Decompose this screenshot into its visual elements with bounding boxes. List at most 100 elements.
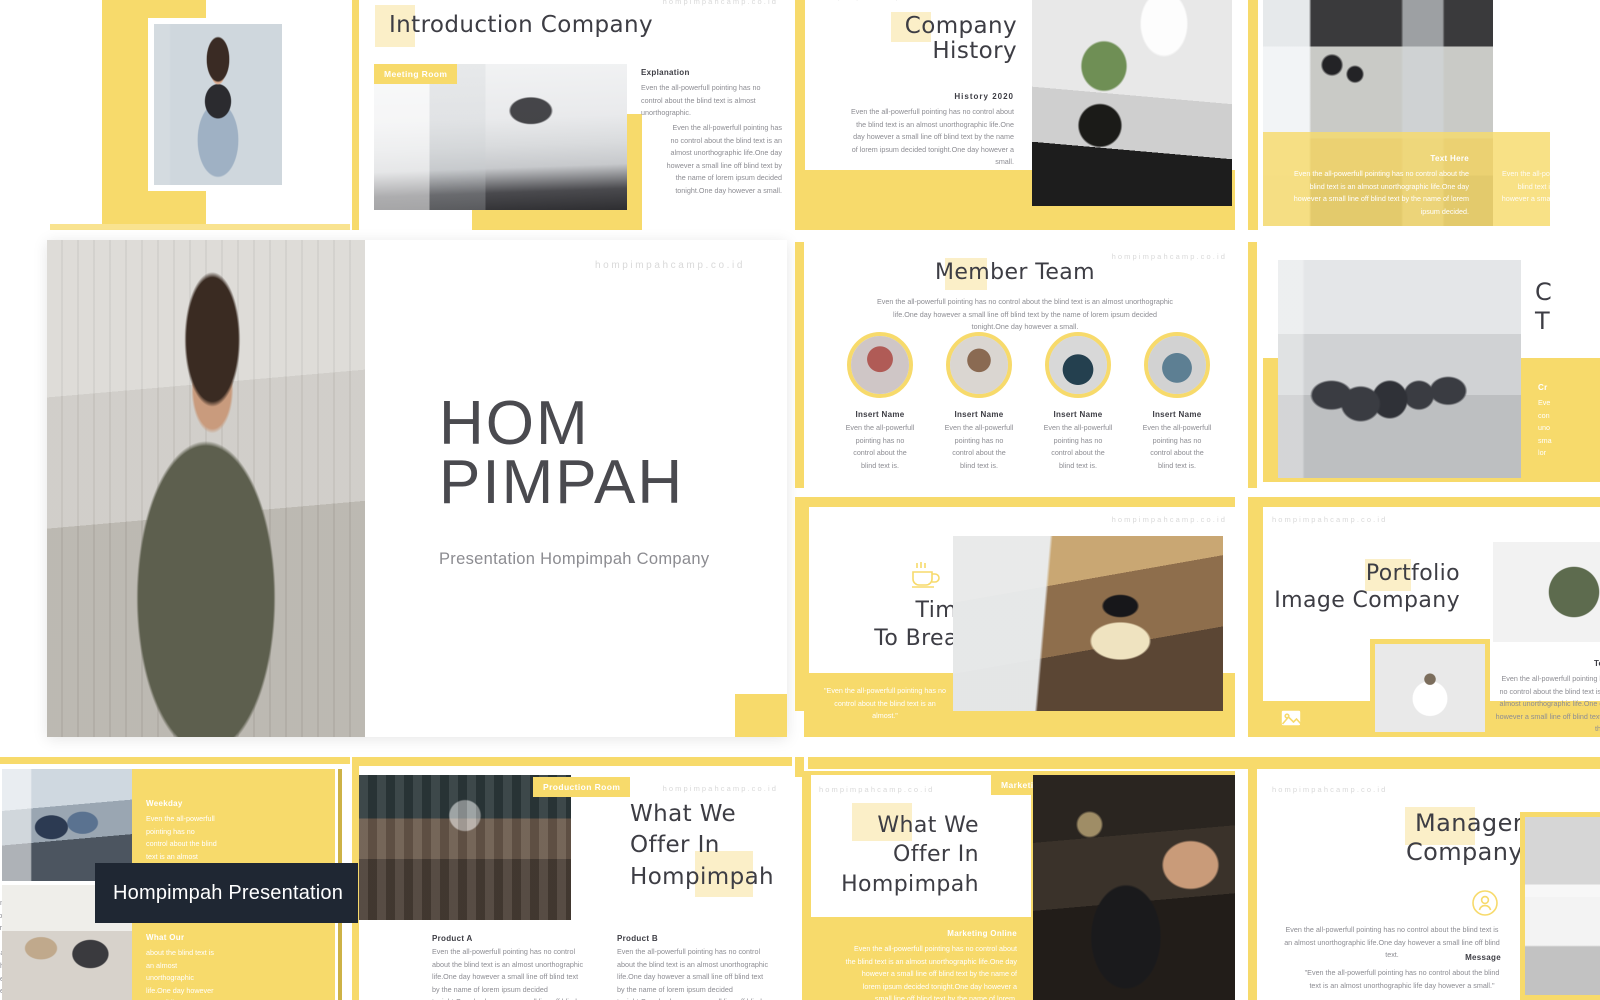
slide-title: Manager Company [1295,809,1523,867]
member-desc: Even the all-powerfull pointing has no c… [1043,423,1113,470]
slide-manager-company[interactable]: hompimpahcamp.co.id Manager Company Even… [1235,757,1600,1000]
slide-photo-small-pot [1370,639,1490,737]
slide-creative-team[interactable]: C T Cr Eve con uno sma lor [1235,240,1600,490]
body-line-4: me of [0,170,32,183]
message-heading: Message [1465,953,1501,962]
title-line-1: What We [877,813,979,838]
title-line-2: To Break [874,625,971,651]
slide-tag-production-room[interactable]: Production Room [533,777,631,797]
member-name: Insert Name [1053,410,1103,419]
product-name: Product B [617,934,658,943]
member-card[interactable]: Insert Name Even the all-powerfull point… [845,332,915,472]
history-paragraph: Even the all-powerfull pointing has no c… [850,107,1014,167]
what-our-heading: What Our [146,933,185,942]
title-line-1: Manager [1415,809,1523,837]
slide-photo-desk-plant [1032,0,1232,206]
creative-paragraph-fragments: Eve con uno sma lor [1538,397,1574,460]
avatar-image [1049,336,1107,394]
member-desc: Even the all-powerfull pointing has no c… [845,423,915,470]
slide-title: Member Team [934,260,1096,285]
cover-title: HOM PIMPAH [439,393,684,514]
explanation-paragraph-1: Even the all-powerfull pointing has no c… [641,83,761,118]
slide-url: hompimpahcamp.co.id [1272,785,1388,794]
slide-body-fragment: as no lmost ever a me of night. [0,132,32,195]
member-card[interactable]: Insert Name Even the all-powerfull point… [1142,332,1212,472]
title-line-1: Time [915,598,971,623]
line-2: con [1538,410,1550,420]
break-quote: "Even the all-powerfull pointing has no … [823,686,947,721]
avatar-image [950,336,1008,394]
slide-front-room[interactable]: Front Room Text Here Even the all-powerf… [1235,0,1600,230]
creative-heading: Cr [1538,383,1548,392]
slide-title: Time To Break [795,597,971,652]
presentation-title-text: Hompimpah Presentation [113,881,344,904]
slide-title: What We Offer In Hompimpah [795,811,979,899]
slide-portfolio-image-company[interactable]: hompimpahcamp.co.id Portfolio Image Comp… [1235,497,1600,737]
slide-what-we-offer-marketing[interactable]: hompimpahcamp.co.id Marketing Room What … [795,757,1235,1000]
product-card[interactable]: Product A Even the all-powerfull pointin… [432,934,587,1000]
slide-url: hompimpahcamp.co.id [817,0,932,1]
line-3: uno [1538,423,1550,433]
avatar [847,332,913,398]
body-line-5: night. [0,182,32,195]
cover-subtitle: Presentation Hompimpah Company [439,550,710,568]
slide-company-history[interactable]: hompimpahcamp.co.id Company History Hist… [795,0,1235,230]
title-line-2: Offer In [892,842,979,868]
decor-bottom-rule [50,224,350,230]
gallery-icon [1280,703,1308,727]
explanation-heading: Explanation [641,68,690,77]
slide-cover-main[interactable]: hompimpahcamp.co.id HOM PIMPAH Presentat… [47,240,787,737]
person-avatar-icon [1472,890,1498,916]
marketing-heading: Marketing Online [947,929,1017,938]
decor-left-stripe [352,0,359,230]
line-4: sma [1538,435,1552,445]
member-card[interactable]: Insert Name Even the all-powerfull point… [1043,332,1113,472]
product-desc: Even the all-powerfull pointing has no c… [617,947,769,1000]
decor-top-band [808,757,1235,769]
slide-what-we-offer-production[interactable]: hompimpahcamp.co.id Production Room What… [352,757,792,1000]
title-line-2: Offer In [630,832,720,859]
slide-introduction-company[interactable]: hompimpahcamp.co.id Introduction Company… [352,0,792,230]
slide-photo-meeting-room [374,64,627,210]
product-card[interactable]: Product B Even the all-powerfull pointin… [617,934,772,1000]
decor-left-stripe [1248,242,1257,488]
product-desc: Even the all-powerfull pointing has no c… [432,947,584,1000]
avatar [1144,332,1210,398]
decor-corner-block [735,694,787,737]
portfolio-paragraph: Even the all-powerfull pointing has no c… [1495,674,1600,734]
title-line-2: History [932,38,1017,65]
slide-url: hompimpahcamp.co.id [595,260,746,271]
slide-time-to-break[interactable]: hompimpahcamp.co.id Time To Break "Even … [795,497,1235,737]
explanation-paragraph-2: Even the all-powerfull pointing has no c… [666,123,782,195]
slide-intro-partial[interactable]: o, ne ny mers as no lmost ever a me of n… [0,0,350,230]
title-line-1: What We [630,801,737,827]
title-line-2: Company [1406,837,1523,866]
member-name: Insert Name [855,410,905,419]
body-line-2: lmost [0,145,32,158]
front-room-paragraph-duplicate: Even the all-powerfull pointing has no c… [1501,169,1600,204]
member-card[interactable]: Insert Name Even the all-powerfull point… [944,332,1014,472]
title-line-2: Image Company [1274,587,1460,613]
slide-url: hompimpahcamp.co.id [1111,515,1227,524]
title-line-1: C [1535,278,1553,306]
title-line-1: Portfolio [1365,561,1460,586]
decor-top-band [352,757,792,766]
weekday-heading: Weekday [146,799,183,808]
slide-tag-meeting-room[interactable]: Meeting Room [374,64,458,84]
slide-photo-woman-on-chair [148,18,288,191]
avatar-image [851,336,909,394]
slide-url: hompimpahcamp.co.id [662,784,778,793]
slide-member-team[interactable]: hompimpahcamp.co.id Member Team Even the… [795,240,1235,490]
portfolio-text-heading: Text [1593,659,1600,668]
presentation-title-overlay: Hompimpah Presentation [95,863,358,923]
manager-message: "Even the all-powerfull pointing has no … [1304,968,1500,990]
line-5: lor [1538,448,1546,458]
product-name: Product A [432,934,473,943]
history-heading: History 2020 [954,92,1014,101]
slide-title: Company History [895,13,1017,65]
coffee-cup-icon [912,562,940,588]
marketing-paragraph: Even the all-powerfull pointing has no c… [845,944,1017,1000]
title-line-3: Hompimpah [841,871,979,897]
front-room-paragraph: Even the all-powerfull pointing has no c… [1293,169,1469,216]
slide-photo-succulent-top [1493,542,1600,642]
